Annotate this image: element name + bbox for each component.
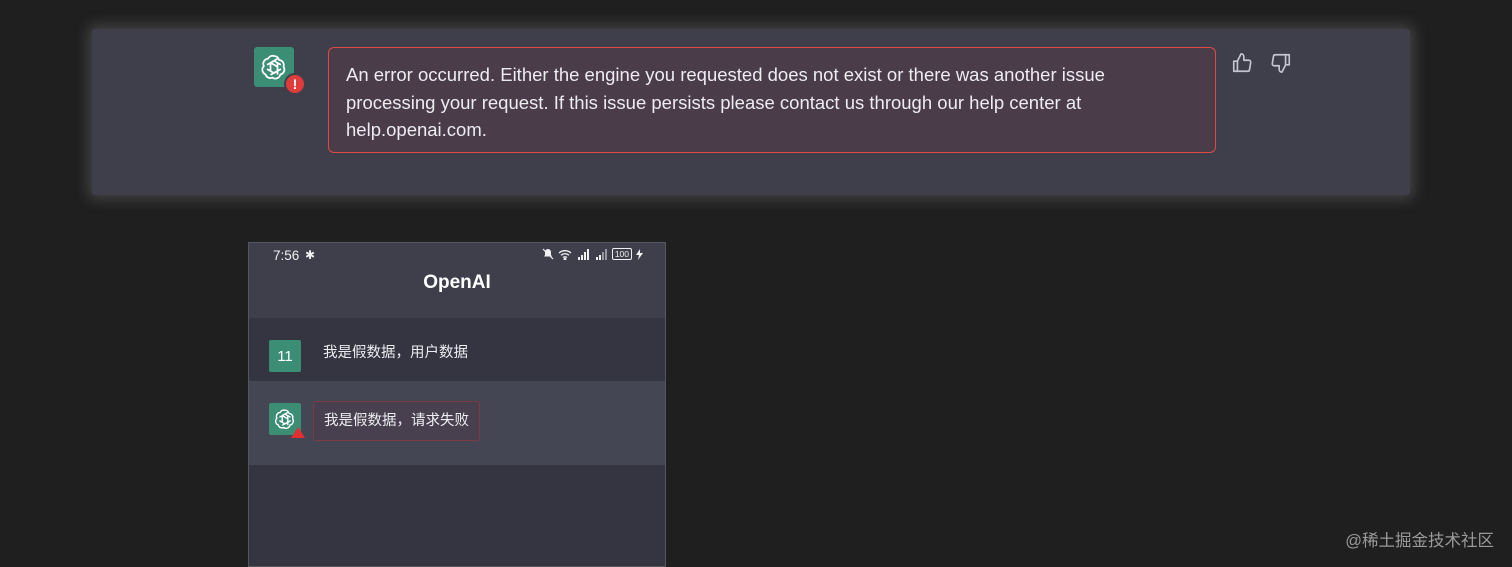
signal-icon	[595, 248, 607, 260]
assistant-error-text: 我是假数据，请求失败	[324, 413, 469, 429]
thumbs-down-icon	[1270, 53, 1290, 73]
message-actions	[1230, 51, 1292, 74]
page: ! An error occurred. Either the engine y…	[0, 0, 1512, 567]
thumbs-down-button[interactable]	[1269, 51, 1292, 74]
error-badge-icon: !	[284, 73, 306, 95]
assistant-error-box: 我是假数据，请求失败	[313, 401, 480, 441]
phone-screenshot: 7:56 ✱ 100 OpenAI 11 我是假数据，用户数据 我是假数据，请求…	[248, 242, 666, 567]
assistant-message-row: 我是假数据，请求失败	[249, 381, 665, 465]
thumbs-up-button[interactable]	[1230, 51, 1253, 74]
app-title: OpenAI	[423, 272, 491, 293]
watermark: @稀土掘金技术社区	[1345, 532, 1494, 550]
warning-triangle-icon	[291, 427, 305, 438]
status-icons: 100	[542, 248, 643, 260]
error-message-text: An error occurred. Either the engine you…	[346, 64, 1105, 140]
signal-icon	[577, 248, 589, 260]
chat-empty-area	[249, 465, 665, 566]
battery-icon: 100	[611, 248, 632, 260]
bluetooth-icon: ✱	[305, 248, 316, 262]
thumbs-up-icon	[1232, 52, 1252, 72]
status-bar: 7:56 ✱ 100	[249, 243, 665, 269]
user-avatar: 11	[269, 340, 301, 372]
web-chat-card: ! An error occurred. Either the engine y…	[92, 29, 1410, 195]
status-time: 7:56	[273, 248, 300, 263]
charging-icon	[636, 248, 643, 260]
user-message-row: 11 我是假数据，用户数据	[249, 318, 665, 381]
wifi-icon	[558, 249, 572, 260]
user-message-text: 我是假数据，用户数据	[323, 345, 468, 361]
mute-bell-icon	[542, 248, 554, 260]
error-message-box: An error occurred. Either the engine you…	[328, 47, 1216, 153]
